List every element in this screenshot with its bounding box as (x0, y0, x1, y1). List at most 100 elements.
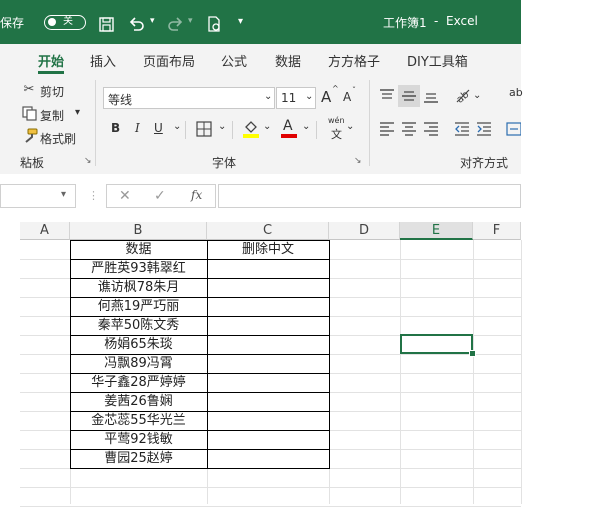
font-dialog-launcher-icon[interactable]: ↘ (354, 156, 362, 166)
header-cell-data[interactable]: 数据 (70, 240, 207, 259)
column-header-e[interactable]: E (400, 222, 473, 240)
top-align-icon[interactable] (379, 88, 395, 104)
table-cell-data[interactable]: 谯访枫78朱月 (70, 278, 207, 297)
ribbon-tabs: 开始 插入 页面布局 公式 数据 方方格子 DIY工具箱 (0, 44, 521, 74)
phonetic-dropdown-icon[interactable]: ⌄ (346, 121, 354, 132)
orientation-dropdown-icon[interactable]: ⌄ (473, 90, 481, 101)
table-border-horizontal (70, 373, 330, 374)
tab-home[interactable]: 开始 (38, 51, 64, 70)
fill-color-icon[interactable] (242, 119, 260, 139)
fill-color-dropdown-icon[interactable]: ⌄ (263, 121, 271, 132)
customize-toolbar-icon[interactable]: ▾ (238, 16, 243, 27)
font-name-dropdown-icon[interactable]: ⌄ (264, 91, 272, 102)
table-cell-data[interactable]: 姜茜26鲁娴 (70, 392, 207, 411)
redo-icon[interactable] (166, 16, 184, 32)
table-cell-data[interactable]: 平莺92钱敏 (70, 430, 207, 449)
undo-dropdown-icon[interactable]: ▾ (150, 16, 155, 26)
merge-center-icon[interactable] (506, 121, 521, 137)
middle-align-icon[interactable] (401, 88, 417, 104)
font-size-value: 11 (281, 91, 297, 105)
decrease-font-size-button[interactable]: A (343, 90, 351, 104)
save-icon[interactable] (99, 17, 115, 33)
align-center-icon[interactable] (401, 121, 417, 137)
format-painter-button[interactable]: 格式刷 (40, 130, 76, 147)
formula-bar-area: ▾ ⋮ ✕ ✓ fx (0, 174, 521, 222)
bottom-align-icon[interactable] (423, 88, 439, 104)
column-header-c[interactable]: C (207, 222, 329, 240)
column-header-a[interactable]: A (20, 222, 70, 240)
tab-insert[interactable]: 插入 (90, 51, 116, 70)
title-separator: - (434, 14, 439, 28)
autosave-toggle[interactable]: 关 (44, 15, 86, 30)
copy-button[interactable]: 复制 (40, 107, 64, 124)
table-border-horizontal (70, 316, 330, 317)
cut-button[interactable]: 剪切 (40, 83, 64, 100)
borders-icon[interactable] (196, 121, 212, 137)
active-cell-selection[interactable] (400, 334, 473, 354)
tab-formulas[interactable]: 公式 (221, 51, 247, 70)
decrease-font-caret-icon: ˇ (352, 86, 356, 95)
borders-dropdown-icon[interactable]: ⌄ (218, 121, 226, 132)
column-header-b[interactable]: B (70, 222, 207, 240)
font-name-box[interactable]: 等线 ⌄ (103, 87, 275, 109)
font-size-box[interactable]: 11 ⌄ (276, 87, 316, 109)
italic-button[interactable]: I (135, 121, 140, 135)
grid-line-vertical (521, 240, 522, 504)
tab-data[interactable]: 数据 (275, 51, 301, 70)
grid-line-horizontal (20, 487, 521, 488)
bold-button[interactable]: B (111, 121, 120, 135)
scissors-icon[interactable]: ✂ (22, 82, 36, 97)
underline-button[interactable]: U (154, 121, 163, 135)
table-cell-data[interactable]: 严胜英93韩翠红 (70, 259, 207, 278)
redo-dropdown-icon[interactable]: ▾ (188, 16, 193, 26)
font-name-value: 等线 (108, 93, 133, 107)
tab-diy-toolbox[interactable]: DIY工具箱 (407, 51, 468, 70)
header-cell-remove-chinese[interactable]: 删除中文 (207, 240, 329, 259)
table-cell-data[interactable]: 何燕19严巧丽 (70, 297, 207, 316)
cancel-icon[interactable]: ✕ (119, 188, 131, 204)
wrap-text-icon[interactable]: ab (509, 86, 523, 99)
group-separator (95, 80, 96, 166)
font-color-dropdown-icon[interactable]: ⌄ (302, 121, 310, 132)
table-cell-data[interactable]: 金芯蕊55华光兰 (70, 411, 207, 430)
name-box[interactable]: ▾ (0, 184, 76, 208)
table-cell-data[interactable]: 曹园25赵婷 (70, 449, 207, 468)
toggle-knob (48, 18, 56, 26)
phonetic-guide-button[interactable]: 文 (331, 126, 342, 142)
confirm-icon[interactable]: ✓ (154, 188, 166, 204)
table-cell-data[interactable]: 杨娟65朱琰 (70, 335, 207, 354)
table-cell-data[interactable]: 秦苹50陈文秀 (70, 316, 207, 335)
formula-input[interactable] (218, 184, 521, 208)
tab-fangfang[interactable]: 方方格子 (328, 51, 380, 70)
underline-dropdown-icon[interactable]: ⌄ (173, 121, 181, 132)
copy-icon[interactable] (22, 106, 38, 121)
clipboard-dialog-launcher-icon[interactable]: ↘ (84, 156, 92, 166)
font-group-label: 字体 (212, 156, 237, 170)
print-preview-icon[interactable] (207, 16, 223, 33)
font-size-dropdown-icon[interactable]: ⌄ (305, 91, 313, 102)
alignment-group-label: 对齐方式 (460, 156, 509, 170)
name-box-dropdown-icon[interactable]: ▾ (61, 189, 66, 200)
copy-dropdown-icon[interactable]: ▾ (75, 107, 80, 118)
phonetic-guide-pinyin: wén (328, 116, 345, 125)
table-cell-data[interactable]: 冯飘89冯霄 (70, 354, 207, 373)
decrease-indent-icon[interactable] (454, 121, 470, 137)
increase-font-size-button[interactable]: A (321, 88, 331, 106)
fill-handle[interactable] (469, 350, 476, 357)
tab-page-layout[interactable]: 页面布局 (143, 51, 195, 70)
table-cell-data[interactable]: 华子鑫28严婷婷 (70, 373, 207, 392)
align-left-icon[interactable] (379, 121, 395, 137)
undo-icon[interactable] (128, 16, 146, 32)
font-color-button[interactable]: A (283, 118, 293, 134)
column-header-f[interactable]: F (473, 222, 521, 240)
font-color-bar (281, 134, 297, 138)
orientation-icon[interactable]: ab (454, 86, 472, 104)
column-header-d[interactable]: D (329, 222, 400, 240)
table-border-horizontal (70, 392, 330, 393)
insert-function-icon[interactable]: fx (191, 188, 202, 202)
autosave-toggle-label: 关 (63, 16, 73, 27)
align-right-icon[interactable] (423, 121, 439, 137)
format-painter-icon[interactable] (22, 128, 38, 144)
table-border-horizontal (70, 354, 330, 355)
increase-indent-icon[interactable] (476, 121, 492, 137)
